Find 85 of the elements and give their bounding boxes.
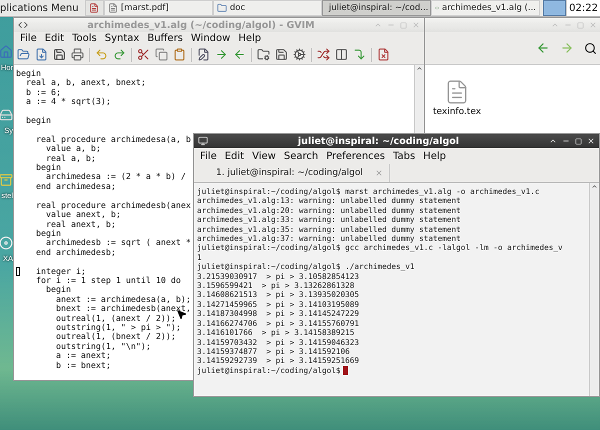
menu-item[interactable]: Window: [186, 33, 234, 44]
code-line: begin: [34, 163, 61, 172]
code-line: for i := 1 step 1 until 10 do: [34, 276, 181, 286]
menu-item[interactable]: Help: [234, 33, 266, 44]
code-line: outstring(1, "\n");: [54, 342, 151, 352]
code-line: outreal(1, (anext / 2));: [54, 314, 176, 323]
code-line: end archimedesb;: [34, 248, 116, 258]
home-icon: [0, 45, 13, 59]
menu-item[interactable]: Buffers: [143, 33, 187, 44]
columns-icon[interactable]: [335, 48, 348, 61]
code-line: archimedesb := sqrt ( anext *: [46, 238, 191, 248]
clipboard-icon[interactable]: [173, 48, 186, 61]
shuffle-icon[interactable]: [317, 48, 330, 61]
code-line: real procedure archimedesb(anex: [34, 200, 191, 210]
scrollbar[interactable]: [589, 183, 599, 396]
taskbar-window-button[interactable]: archimedes_v1.alg (...: [430, 0, 540, 16]
menu-item[interactable]: Search: [280, 150, 322, 162]
code-line: value anext, b;: [44, 210, 121, 220]
taskbar-window-button[interactable]: juliet@inspiral: ~/cod...: [322, 0, 431, 16]
document-icon[interactable]: [377, 48, 390, 61]
menu-item[interactable]: Tools: [68, 33, 101, 44]
code-icon: [18, 20, 28, 30]
right-arrow-icon[interactable]: [215, 48, 228, 61]
code-line: begin: [24, 116, 51, 126]
code-line: a := 4 * sqrt(3);: [24, 97, 111, 107]
undo-icon[interactable]: [95, 48, 108, 61]
left-arrow-icon[interactable]: [233, 48, 246, 61]
search-icon[interactable]: [584, 42, 597, 54]
scissors-icon[interactable]: [137, 48, 150, 61]
code-line: value a, b;: [44, 144, 101, 154]
code-line: outreal(1, (bnext / 2));: [54, 332, 176, 342]
menu-item[interactable]: File: [196, 150, 221, 162]
clock: 02:22: [566, 0, 600, 16]
document-icon: [89, 3, 100, 13]
menu-item[interactable]: Syntax: [100, 33, 144, 44]
code-line: begin: [44, 285, 71, 295]
right-arrow-icon[interactable]: [560, 41, 574, 55]
applications-menu[interactable]: plications Menu: [0, 0, 85, 16]
window-title: archimedes_v1.alg (~/coding/algol) - GVIM: [86, 20, 316, 30]
menu-item[interactable]: Edit: [220, 150, 248, 162]
monitor-icon: [198, 136, 208, 146]
gears-icon[interactable]: [293, 48, 306, 61]
code-line: integer i;: [16, 266, 86, 276]
launcher-button[interactable]: [84, 0, 104, 16]
workspace-pager[interactable]: [542, 0, 566, 16]
taskbar-window-button[interactable]: doc: [212, 0, 322, 16]
document-icon[interactable]: [35, 48, 48, 61]
redo-icon[interactable]: [113, 48, 126, 61]
code-line: a := anext;: [54, 351, 111, 361]
menu-item[interactable]: Preferences: [322, 150, 390, 162]
down-arrow-icon[interactable]: [353, 48, 366, 61]
menu-item[interactable]: View: [248, 150, 280, 162]
pin-icon[interactable]: [549, 137, 557, 145]
code-line: begin: [16, 69, 41, 78]
pencil-icon[interactable]: [197, 48, 210, 61]
document-icon: [108, 3, 118, 13]
terminal-cursor: [343, 366, 348, 375]
code-line: real procedure archimedesa(a, b: [34, 134, 191, 144]
archive-icon: [0, 173, 13, 187]
scrollbar[interactable]: [414, 65, 424, 134]
code-line: end archimedesa;: [34, 182, 116, 192]
folder-gear-icon[interactable]: [257, 48, 270, 61]
taskbar-window-button[interactable]: [marst.pdf]: [104, 0, 213, 16]
code-line: anext := archimedesa(a, b);: [56, 294, 191, 304]
menu-item[interactable]: Tabs: [389, 150, 420, 162]
menu-item[interactable]: Edit: [40, 33, 68, 44]
code-line: real anext, b;: [44, 220, 116, 229]
menu-item[interactable]: File: [16, 33, 41, 44]
code-line: outstring(1, " > pi > ");: [54, 322, 181, 332]
menu-item[interactable]: Help: [419, 150, 450, 162]
code-line: begin: [34, 228, 61, 238]
hard-drive-icon: [0, 108, 13, 122]
code-line: b := bnext;: [54, 360, 111, 370]
code-line: archimedesa := (2 * a * b) /: [46, 172, 186, 182]
code-line: b := 6;: [24, 88, 61, 98]
code-line: real a, b, anext, bnext;: [26, 78, 146, 88]
printer-icon[interactable]: [71, 48, 84, 61]
code-line: real a, b;: [44, 154, 96, 164]
folder-icon: [216, 3, 227, 13]
folder-icon[interactable]: [17, 48, 30, 61]
code-line: bnext := archimedesb(anext,: [54, 304, 191, 314]
copy-icon[interactable]: [155, 48, 168, 61]
file-name[interactable]: texinfo.tex: [432, 107, 482, 117]
window-title: juliet@inspiral: ~/coding/algol: [296, 136, 460, 146]
left-arrow-icon[interactable]: [536, 41, 550, 55]
